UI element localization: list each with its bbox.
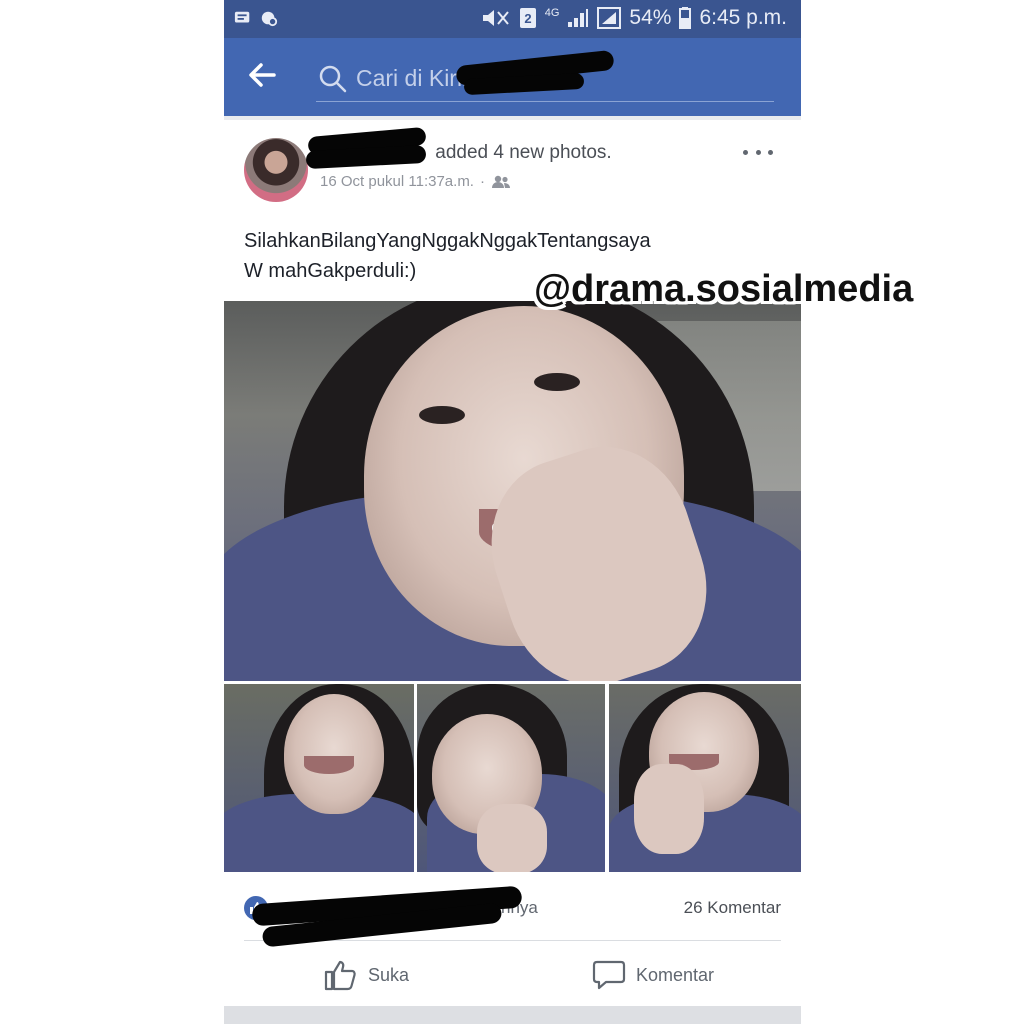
watermark: @drama.sosialmedia bbox=[534, 268, 914, 310]
photo-hand bbox=[477, 804, 547, 872]
status-bar: 2 4G 54% 6:45 p.m. bbox=[224, 0, 801, 38]
photo-eye bbox=[534, 373, 580, 391]
settings-notification-icon bbox=[261, 11, 278, 27]
notification-icons bbox=[234, 9, 278, 27]
like-button[interactable]: Suka bbox=[324, 954, 409, 996]
network-type: 4G bbox=[544, 6, 560, 19]
meta-separator: · bbox=[479, 173, 485, 190]
battery-icon bbox=[679, 7, 692, 29]
more-dot-icon bbox=[755, 149, 761, 155]
status-indicators: 2 4G 54% 6:45 p.m. bbox=[481, 6, 787, 30]
photo-hand bbox=[634, 764, 704, 854]
comments-count[interactable]: 26 Komentar bbox=[684, 898, 781, 918]
phone-screen: 2 4G 54% 6:45 p.m. added 4 new photos. 1… bbox=[224, 0, 801, 1024]
photo-eye bbox=[419, 406, 465, 424]
thumbs-up-icon bbox=[324, 960, 356, 991]
photo-face bbox=[284, 694, 384, 814]
search-icon bbox=[319, 65, 347, 93]
comment-label: Komentar bbox=[636, 964, 715, 985]
signal-icon bbox=[568, 9, 589, 27]
svg-text:2: 2 bbox=[524, 11, 531, 26]
post-photo-thumbnail[interactable] bbox=[417, 684, 605, 872]
post-timestamp[interactable]: 16 Oct pukul 11:37a.m. bbox=[320, 173, 474, 190]
photo-mouth bbox=[304, 756, 354, 774]
post-card: added 4 new photos. 16 Oct pukul 11:37a.… bbox=[224, 120, 801, 1006]
battery-percent: 54% bbox=[629, 6, 672, 29]
more-options-button[interactable] bbox=[743, 142, 773, 162]
mute-icon bbox=[482, 10, 509, 26]
comment-icon bbox=[592, 960, 626, 990]
comment-button[interactable]: Komentar bbox=[592, 954, 714, 996]
post-text-line: SilahkanBilangYangNggakNggakTentangsaya bbox=[244, 230, 651, 252]
back-arrow-icon bbox=[249, 63, 276, 87]
like-label: Suka bbox=[368, 964, 410, 985]
next-post-edge bbox=[224, 1006, 801, 1024]
post-photo-thumbnail[interactable] bbox=[609, 684, 801, 872]
more-dot-icon bbox=[768, 149, 773, 155]
signal-icon-2 bbox=[597, 7, 622, 29]
clock: 6:45 p.m. bbox=[699, 6, 787, 29]
more-dot-icon bbox=[743, 149, 748, 155]
friends-audience-icon bbox=[491, 175, 510, 188]
post-action-text: added 4 new photos. bbox=[435, 142, 612, 163]
back-button[interactable] bbox=[248, 62, 288, 92]
messenger-icon bbox=[234, 11, 250, 23]
post-photo-main[interactable] bbox=[224, 301, 801, 681]
sim-icon: 2 bbox=[519, 8, 536, 28]
post-actions: Suka Komentar bbox=[224, 948, 801, 1004]
post-meta: 16 Oct pukul 11:37a.m. · bbox=[320, 173, 511, 190]
post-photo-thumbnail[interactable] bbox=[224, 684, 414, 872]
avatar[interactable] bbox=[244, 138, 308, 202]
